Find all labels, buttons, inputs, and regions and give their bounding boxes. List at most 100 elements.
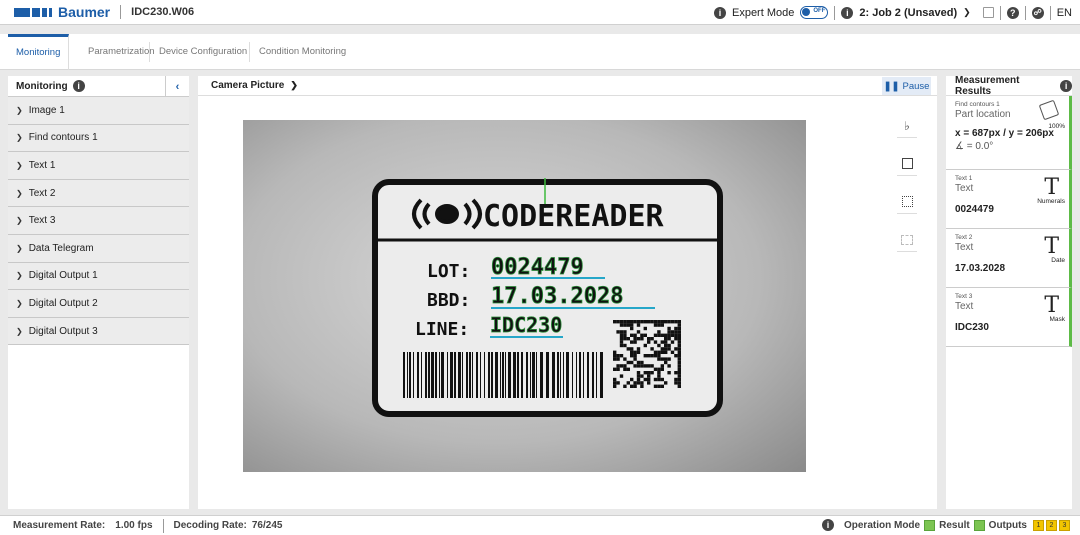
fit-to-screen-icon[interactable]: [897, 228, 917, 252]
chevron-down-icon: ❯: [16, 243, 23, 253]
tab-monitoring[interactable]: Monitoring: [8, 34, 70, 70]
tree-item-label: Digital Output 2: [28, 297, 98, 309]
chevron-down-icon[interactable]: ❯: [963, 7, 971, 18]
language-selector[interactable]: EN: [1057, 7, 1072, 19]
datamatrix-cell: [630, 377, 634, 382]
datamatrix-cell: [630, 354, 634, 358]
help-icon[interactable]: ?: [1006, 6, 1019, 19]
barcode-bar: [517, 352, 519, 398]
datamatrix-cell: [677, 326, 681, 331]
barcode-bar: [480, 352, 481, 398]
divider: [1049, 5, 1051, 20]
job-info-icon[interactable]: i: [841, 6, 854, 19]
datamatrix-cell: [670, 333, 675, 337]
datamatrix-cell: [633, 350, 637, 354]
lot-value: 0024479: [491, 255, 584, 280]
datamatrix-cell: [619, 323, 624, 327]
select-region-icon[interactable]: [897, 190, 917, 214]
tree-item-text-3[interactable]: ❯ Text 3: [8, 207, 189, 235]
pause-button[interactable]: ❚❚ Pause: [882, 77, 931, 95]
tab-device-configuration[interactable]: Device Configuration: [151, 34, 255, 70]
tree-item-digital-output-2[interactable]: ❯ Digital Output 2: [8, 290, 189, 318]
tree-item-digital-output-1[interactable]: ❯ Digital Output 1: [8, 262, 189, 291]
datamatrix-cell: [616, 381, 620, 385]
save-icon[interactable]: [982, 7, 994, 18]
datamatrix-cell: [647, 381, 651, 385]
tree-item-text-1[interactable]: ❯ Text 1: [8, 152, 189, 180]
tree-item-digital-output-3[interactable]: ❯ Digital Output 3: [8, 317, 189, 346]
barcode-bar: [505, 352, 506, 398]
product-label-image: CODEREADER LOT: 0024479 BBD: 17.03.2028 …: [372, 178, 723, 417]
camera-image[interactable]: CODEREADER LOT: 0024479 BBD: 17.03.2028 …: [243, 120, 806, 472]
barcode-bar: [526, 352, 528, 398]
info-icon[interactable]: i: [1060, 79, 1072, 92]
result-card-text-1[interactable]: Text 1 Text T Numerals 0024479: [946, 170, 1072, 229]
chevron-down-icon[interactable]: ❯: [290, 80, 298, 91]
result-card-text-3[interactable]: Text 3 Text T Mask IDC230: [946, 288, 1072, 347]
globe-icon[interactable]: ☍: [1031, 6, 1044, 19]
pause-icon: ❚❚: [883, 80, 900, 92]
tree-item-label: Text 2: [28, 187, 56, 199]
datamatrix-cell: [613, 357, 617, 361]
result-angle: ∡ = 0.0°: [955, 141, 994, 152]
datamatrix-cell: [630, 350, 634, 354]
result-mode: Mask: [1049, 316, 1065, 323]
expert-mode-toggle[interactable]: OFF: [800, 6, 829, 19]
result-indicator: [973, 519, 985, 531]
datamatrix-cell: [616, 330, 620, 334]
datamatrix-cell: [623, 367, 627, 371]
datamatrix-cell: [667, 347, 671, 351]
job-selector[interactable]: 2: Job 2 (Unsaved): [859, 7, 957, 19]
datamatrix-cell: [660, 347, 664, 351]
datamatrix-cell: [643, 371, 647, 375]
info-icon[interactable]: i: [72, 80, 85, 92]
barcode-bar: [428, 352, 430, 398]
datamatrix-cell: [626, 360, 630, 365]
info-icon[interactable]: i: [821, 519, 834, 531]
datamatrix-cell: [657, 323, 661, 327]
bbd-key: BBD:: [427, 290, 470, 311]
barcode-bar: [431, 352, 434, 398]
datamatrix-cell: [647, 337, 651, 341]
datamatrix-cell: [643, 343, 647, 348]
info-icon[interactable]: i: [713, 6, 726, 19]
tree-item-data-telegram[interactable]: ❯ Data Telegram: [8, 234, 189, 263]
trigger-icon[interactable]: ♭: [897, 114, 917, 138]
datamatrix-cell: [633, 357, 637, 361]
datamatrix-cell: [653, 377, 658, 382]
camera-picture-dropdown[interactable]: Camera Picture: [211, 80, 284, 91]
datamatrix-cell: [664, 350, 668, 354]
datamatrix-cell: [657, 377, 661, 382]
datamatrix-cell: [653, 323, 658, 327]
bbd-value: 17.03.2028: [491, 284, 623, 309]
datamatrix-cell: [619, 364, 624, 368]
tree-item-text-2[interactable]: ❯ Text 2: [8, 179, 189, 208]
barcode-bar: [466, 352, 468, 398]
tab-condition-monitoring[interactable]: Condition Monitoring: [251, 34, 354, 70]
logo-bars-icon: [14, 7, 52, 17]
datamatrix-cell: [650, 320, 654, 324]
datamatrix-cell: [616, 364, 620, 368]
datamatrix-cell: [640, 374, 644, 378]
datamatrix-cell: [643, 320, 647, 324]
toggle-state: OFF: [813, 8, 826, 14]
datamatrix-cell: [677, 357, 681, 361]
tree-item-image-1[interactable]: ❯ Image 1: [8, 97, 189, 125]
result-card-text-2[interactable]: Text 2 Text T Date 17.03.2028: [946, 229, 1072, 288]
datamatrix-cell: [633, 354, 637, 358]
barcode-bar: [417, 352, 419, 398]
barcode-bar: [600, 352, 603, 398]
baumer-logo: Baumer: [14, 4, 110, 20]
result-card-find-contours[interactable]: Find contours 1 Part location 100% x = 6…: [946, 96, 1072, 170]
collapse-panel-button[interactable]: ‹: [165, 76, 189, 97]
barcode-bar: [592, 352, 594, 398]
datamatrix-cell: [677, 374, 681, 378]
datamatrix-cell: [677, 381, 681, 385]
tree-item-find-contours-1[interactable]: ❯ Find contours 1: [8, 124, 189, 153]
tree-item-label: Text 3: [28, 215, 56, 227]
save-image-icon[interactable]: [897, 152, 917, 176]
datamatrix-cell: [660, 357, 664, 361]
datamatrix-cell: [670, 350, 675, 354]
datamatrix-cell: [619, 374, 624, 378]
datamatrix-cell: [613, 377, 617, 382]
